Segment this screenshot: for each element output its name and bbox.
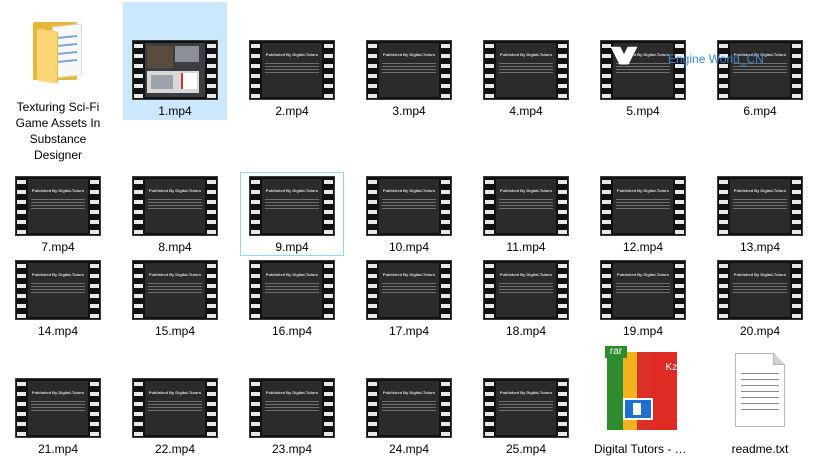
video-thumbnail: Published By Digital-Tutors	[709, 173, 811, 239]
archive-item[interactable]: rar Kzip Digital Tutors - Texturing Sci-…	[591, 340, 695, 458]
watermark: Engine World_CN	[598, 42, 788, 72]
video-item-2[interactable]: Published By Digital-Tutors 2.mp4	[240, 36, 344, 120]
video-item-17[interactable]: Published By Digital-Tutors 17.mp4	[357, 256, 461, 340]
video-item-18[interactable]: Published By Digital-Tutors 18.mp4	[474, 256, 578, 340]
video-item-7[interactable]: Published By Digital-Tutors 7.mp4	[6, 172, 110, 256]
video-thumbnail: Published By Digital-Tutors	[241, 173, 343, 239]
folder-label: Texturing Sci-Fi Game Assets In Substanc…	[15, 100, 101, 162]
video-item-1[interactable]: 1.mp4	[123, 2, 227, 120]
video-item-20[interactable]: Published By Digital-Tutors 20.mp4	[708, 256, 812, 340]
video-item-14[interactable]: Published By Digital-Tutors 14.mp4	[6, 256, 110, 340]
video-thumbnail: Published By Digital-Tutors	[475, 257, 577, 323]
video-label: 5.mp4	[626, 104, 660, 118]
video-label: 22.mp4	[154, 442, 196, 456]
video-item-10[interactable]: Published By Digital-Tutors 10.mp4	[357, 172, 461, 256]
video-thumbnail: Published By Digital-Tutors	[241, 37, 343, 103]
engine-world-logo-icon	[610, 46, 638, 65]
video-thumbnail: Published By Digital-Tutors	[358, 37, 460, 103]
text-file-icon	[709, 341, 811, 441]
folder-icon	[7, 3, 109, 99]
video-label: 21.mp4	[37, 442, 79, 456]
video-item-8[interactable]: Published By Digital-Tutors 8.mp4	[123, 172, 227, 256]
video-item-4[interactable]: Published By Digital-Tutors 4.mp4	[474, 36, 578, 120]
video-label: 1.mp4	[158, 104, 192, 118]
video-label: 24.mp4	[388, 442, 430, 456]
video-item-3[interactable]: Published By Digital-Tutors 3.mp4	[357, 36, 461, 120]
video-thumbnail: Published By Digital-Tutors	[475, 173, 577, 239]
video-item-9[interactable]: Published By Digital-Tutors 9.mp4	[240, 172, 344, 256]
archive-label: Digital Tutors - Texturing Sci-Fi Game A…	[594, 442, 694, 456]
kzip-tag: Kzip	[665, 362, 685, 373]
video-item-21[interactable]: Published By Digital-Tutors 21.mp4	[6, 374, 110, 458]
video-label: 13.mp4	[739, 240, 781, 254]
video-thumbnail: Published By Digital-Tutors	[358, 375, 460, 441]
video-item-16[interactable]: Published By Digital-Tutors 16.mp4	[240, 256, 344, 340]
video-thumbnail: Published By Digital-Tutors	[709, 257, 811, 323]
video-label: 12.mp4	[622, 240, 664, 254]
video-thumbnail: Published By Digital-Tutors	[124, 257, 226, 323]
video-item-19[interactable]: Published By Digital-Tutors 19.mp4	[591, 256, 695, 340]
video-thumbnail: Published By Digital-Tutors	[7, 257, 109, 323]
video-label: 9.mp4	[275, 240, 309, 254]
video-label: 14.mp4	[37, 324, 79, 338]
video-item-11[interactable]: Published By Digital-Tutors 11.mp4	[474, 172, 578, 256]
video-thumbnail: Published By Digital-Tutors	[124, 173, 226, 239]
video-label: 7.mp4	[41, 240, 75, 254]
archive-icon: rar Kzip	[592, 341, 694, 441]
video-thumbnail: Published By Digital-Tutors	[592, 173, 694, 239]
video-thumbnail: Published By Digital-Tutors	[475, 375, 577, 441]
textfile-item[interactable]: readme.txt	[708, 340, 812, 458]
video-thumbnail: Published By Digital-Tutors	[592, 257, 694, 323]
video-label: 3.mp4	[392, 104, 426, 118]
video-label: 20.mp4	[739, 324, 781, 338]
video-label: 23.mp4	[271, 442, 313, 456]
video-item-22[interactable]: Published By Digital-Tutors 22.mp4	[123, 374, 227, 458]
video-label: 6.mp4	[743, 104, 777, 118]
textfile-label: readme.txt	[731, 442, 789, 456]
video-item-24[interactable]: Published By Digital-Tutors 24.mp4	[357, 374, 461, 458]
video-item-12[interactable]: Published By Digital-Tutors 12.mp4	[591, 172, 695, 256]
folder-item[interactable]: Texturing Sci-Fi Game Assets In Substanc…	[6, 2, 110, 164]
video-thumbnail: Published By Digital-Tutors	[475, 37, 577, 103]
video-item-25[interactable]: Published By Digital-Tutors 25.mp4	[474, 374, 578, 458]
video-label: 2.mp4	[275, 104, 309, 118]
video-label: 4.mp4	[509, 104, 543, 118]
video-label: 15.mp4	[154, 324, 196, 338]
video-item-13[interactable]: Published By Digital-Tutors 13.mp4	[708, 172, 812, 256]
video-label: 17.mp4	[388, 324, 430, 338]
video-label: 10.mp4	[388, 240, 430, 254]
video-label: 11.mp4	[506, 240, 546, 254]
video-thumbnail: Published By Digital-Tutors	[241, 257, 343, 323]
video-item-23[interactable]: Published By Digital-Tutors 23.mp4	[240, 374, 344, 458]
video-label: 19.mp4	[622, 324, 664, 338]
video-thumbnail	[124, 37, 226, 103]
video-thumbnail: Published By Digital-Tutors	[358, 173, 460, 239]
video-thumbnail: Published By Digital-Tutors	[7, 173, 109, 239]
video-thumbnail: Published By Digital-Tutors	[124, 375, 226, 441]
video-item-15[interactable]: Published By Digital-Tutors 15.mp4	[123, 256, 227, 340]
video-thumbnail: Published By Digital-Tutors	[358, 257, 460, 323]
rar-tag: rar	[605, 346, 627, 358]
video-thumbnail: Published By Digital-Tutors	[241, 375, 343, 441]
video-label: 18.mp4	[505, 324, 547, 338]
video-label: 16.mp4	[271, 324, 313, 338]
video-label: 25.mp4	[505, 442, 547, 456]
video-label: 8.mp4	[158, 240, 192, 254]
video-thumbnail: Published By Digital-Tutors	[7, 375, 109, 441]
